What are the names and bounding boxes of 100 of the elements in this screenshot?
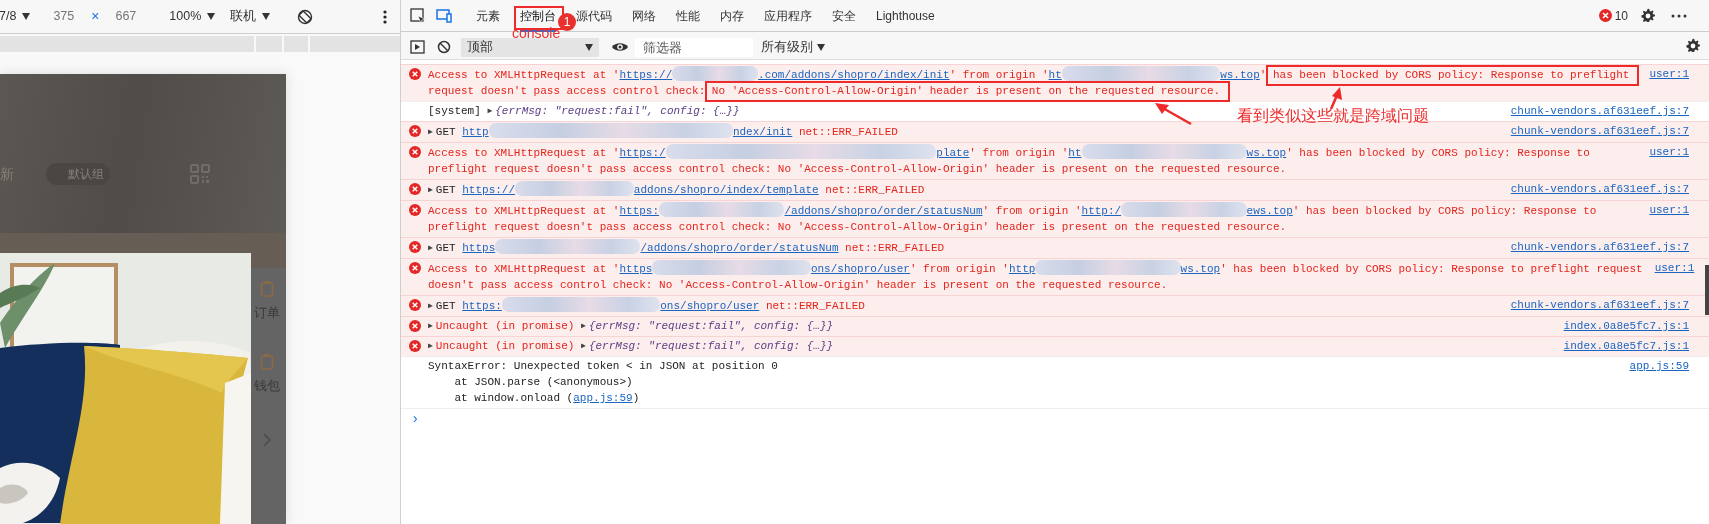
console-message: SyntaxError: Unexpected token < in JSON at position 0	[428, 360, 778, 372]
url-link[interactable]: https://	[619, 69, 673, 81]
source-link[interactable]: chunk-vendors.af631eef.js:7	[1498, 181, 1689, 197]
error-icon	[409, 262, 421, 274]
inspect-icon[interactable]	[410, 7, 426, 24]
url-link[interactable]: https:	[619, 205, 660, 217]
error-message: Access to XMLHttpRequest at 'https:// .com/addons/shopro/index/init' from origin 'ht ws.top'	[428, 69, 1273, 81]
url-link[interactable]: ht	[1068, 147, 1082, 159]
more-icon[interactable]	[1671, 13, 1687, 18]
devtools-tab[interactable]: 元素	[476, 0, 500, 32]
url-link[interactable]: ws.top	[1180, 263, 1221, 275]
error-message: request doesn't pass access control check:	[428, 85, 707, 97]
error-icon	[409, 183, 421, 195]
error-message: Access to XMLHttpRequest at 'https:/ plate' from origin 'ht ws.top' has been blocked by CORS policy: Response to	[428, 147, 1590, 159]
error-count[interactable]: 10	[1614, 6, 1628, 25]
error-icon	[409, 241, 421, 253]
url-link[interactable]: http:/	[1081, 205, 1122, 217]
error-message: ▶ Uncaught (in promise) ▶ {errMsg: "request:fail", config: {…}}	[428, 320, 834, 332]
url-link[interactable]: https:	[462, 300, 502, 312]
height-field[interactable]: 667	[115, 7, 137, 26]
url-link[interactable]: plate	[936, 147, 970, 159]
source-link[interactable]: app.js:59	[1617, 358, 1689, 374]
expand-toggle[interactable]: ▶	[428, 127, 433, 136]
devtools-tab[interactable]: Lighthouse	[876, 0, 935, 32]
clipboard-icon	[260, 280, 274, 297]
source-link[interactable]: index.0a8e5fc7.js:1	[1551, 338, 1689, 354]
settings-icon[interactable]	[1685, 38, 1701, 54]
source-link[interactable]: user:1	[1637, 66, 1689, 82]
error-message: has been blocked by CORS policy: Response to preflight	[1272, 69, 1630, 81]
expand-toggle[interactable]: ▶	[581, 341, 586, 350]
devtools-tab[interactable]: 安全	[832, 0, 856, 32]
settings-icon[interactable]	[1640, 7, 1656, 24]
error-message: preflight request doesn't pass access control check: No 'Access-Control-Allow-Origin' header is present on the requested resource.	[428, 221, 1287, 233]
source-link[interactable]: chunk-vendors.af631eef.js:7	[1498, 239, 1689, 255]
devtools-tab[interactable]: 网络	[632, 0, 656, 32]
device-select[interactable]: 7/8	[0, 7, 17, 26]
filter-field[interactable]: 筛选器	[635, 38, 753, 57]
error-message: ▶ GET https:// addons/shopro/index/template net::ERR_FAILED	[428, 184, 925, 196]
error-message: ▶ GET http ndex/init net::ERR_FAILED	[428, 126, 898, 138]
devtools-tab[interactable]: 内存	[720, 0, 744, 32]
group-badge: 默认组	[46, 163, 110, 185]
error-icon	[409, 299, 421, 311]
url-link[interactable]: http	[1008, 263, 1036, 275]
source-link[interactable]: chunk-vendors.af631eef.js:7	[1498, 103, 1689, 119]
source-link[interactable]: index.0a8e5fc7.js:1	[1551, 318, 1689, 334]
url-link[interactable]: /addons/shopro/order/statusNum	[640, 242, 839, 254]
url-link[interactable]: ws.top	[1246, 147, 1287, 159]
url-link[interactable]: ews.top	[1246, 205, 1293, 217]
sidebar-toggle-icon[interactable]	[410, 40, 425, 54]
url-link[interactable]: ws.top	[1220, 69, 1260, 81]
url-link[interactable]: https://	[462, 184, 516, 196]
eye-icon[interactable]	[611, 40, 629, 54]
scrollbar-thumb[interactable]	[1705, 265, 1709, 315]
url-link[interactable]: addons/shopro/index/template	[633, 184, 819, 196]
source-link[interactable]: user:1	[1637, 202, 1689, 218]
url-link[interactable]: /addons/shopro/order/statusNum	[784, 205, 983, 217]
error-message: Access to XMLHttpRequest at 'https: /addons/shopro/order/statusNum' from origin 'http:/ ews.top' has been blocked by CORS policy: Response to	[428, 205, 1597, 217]
url-link[interactable]: https	[619, 263, 653, 275]
url-link[interactable]: http	[462, 126, 489, 138]
url-link[interactable]: https:/	[619, 147, 666, 159]
error-icon	[409, 320, 421, 332]
error-icon	[409, 340, 421, 352]
devtools-tab[interactable]: 应用程序	[764, 0, 812, 32]
error-message: ▶ Uncaught (in promise) ▶ {errMsg: "request:fail", config: {…}}	[428, 340, 834, 352]
url-link[interactable]: https	[462, 242, 496, 254]
url-link[interactable]: ndex/init	[732, 126, 793, 138]
console-prompt[interactable]: ›	[401, 408, 1709, 430]
device-toolbar-icon[interactable]	[436, 7, 452, 24]
error-message: doesn't pass access control check: No 'Access-Control-Allow-Origin' header is present on the requested resource.	[428, 279, 1168, 291]
url-link[interactable]: ons/shopro/user	[810, 263, 910, 275]
log-levels-select[interactable]: 所有级别	[761, 38, 825, 57]
error-icon	[409, 68, 421, 80]
expand-toggle[interactable]: ▶	[487, 106, 493, 115]
expand-toggle[interactable]: ▶	[428, 301, 433, 310]
devtools-tab[interactable]: 源代码	[576, 0, 612, 32]
source-link[interactable]: user:1	[1637, 144, 1689, 160]
expand-toggle[interactable]: ▶	[428, 243, 433, 252]
expand-toggle[interactable]: ▶	[428, 341, 433, 350]
error-message: ▶ GET https: ons/shopro/user net::ERR_FAILED	[428, 300, 865, 312]
url-link[interactable]: .com/addons/shopro/index/init	[758, 69, 950, 81]
zoom-select[interactable]: 100%	[169, 7, 202, 26]
url-link[interactable]: app.js:59	[573, 392, 633, 404]
source-link[interactable]: chunk-vendors.af631eef.js:7	[1498, 297, 1689, 313]
caret-icon[interactable]	[22, 13, 31, 20]
caret-icon[interactable]	[207, 13, 216, 20]
network-select[interactable]: 联机	[230, 7, 257, 26]
source-link[interactable]: chunk-vendors.af631eef.js:7	[1498, 123, 1689, 139]
context-select[interactable]: 顶部	[461, 38, 599, 57]
url-link[interactable]: ons/shopro/user	[660, 300, 760, 312]
caret-icon[interactable]	[262, 13, 271, 20]
devtools-tab[interactable]: 性能	[676, 0, 700, 32]
clear-console-icon[interactable]	[437, 40, 451, 54]
expand-toggle[interactable]: ▶	[581, 321, 586, 330]
source-link[interactable]: user:1	[1642, 260, 1695, 276]
url-link[interactable]: ht	[1048, 69, 1062, 81]
expand-toggle[interactable]: ▶	[428, 321, 433, 330]
rotate-icon[interactable]	[297, 8, 314, 25]
expand-toggle[interactable]: ▶	[428, 185, 433, 194]
width-field[interactable]: 375	[53, 7, 75, 26]
more-icon[interactable]	[383, 9, 388, 24]
